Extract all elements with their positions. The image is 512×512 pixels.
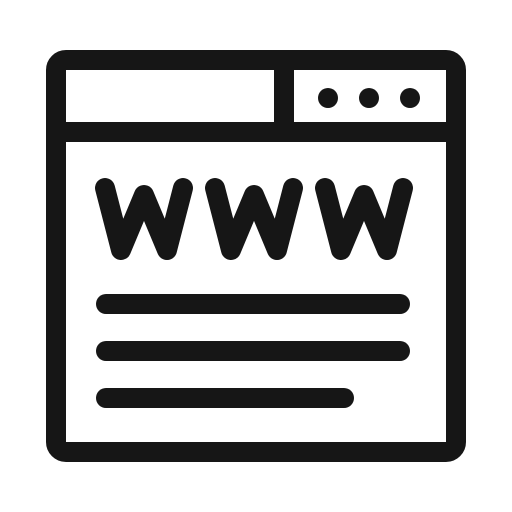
- www-browser-icon: [46, 50, 466, 462]
- www-lettering: [95, 178, 413, 260]
- browser-window-icon: [0, 0, 512, 512]
- dot-icon: [318, 88, 338, 108]
- w-letter-3: [315, 178, 413, 260]
- w-letter-1: [95, 178, 193, 260]
- dot-icon: [359, 88, 379, 108]
- w-letter-2: [205, 178, 303, 260]
- dot-icon: [400, 88, 420, 108]
